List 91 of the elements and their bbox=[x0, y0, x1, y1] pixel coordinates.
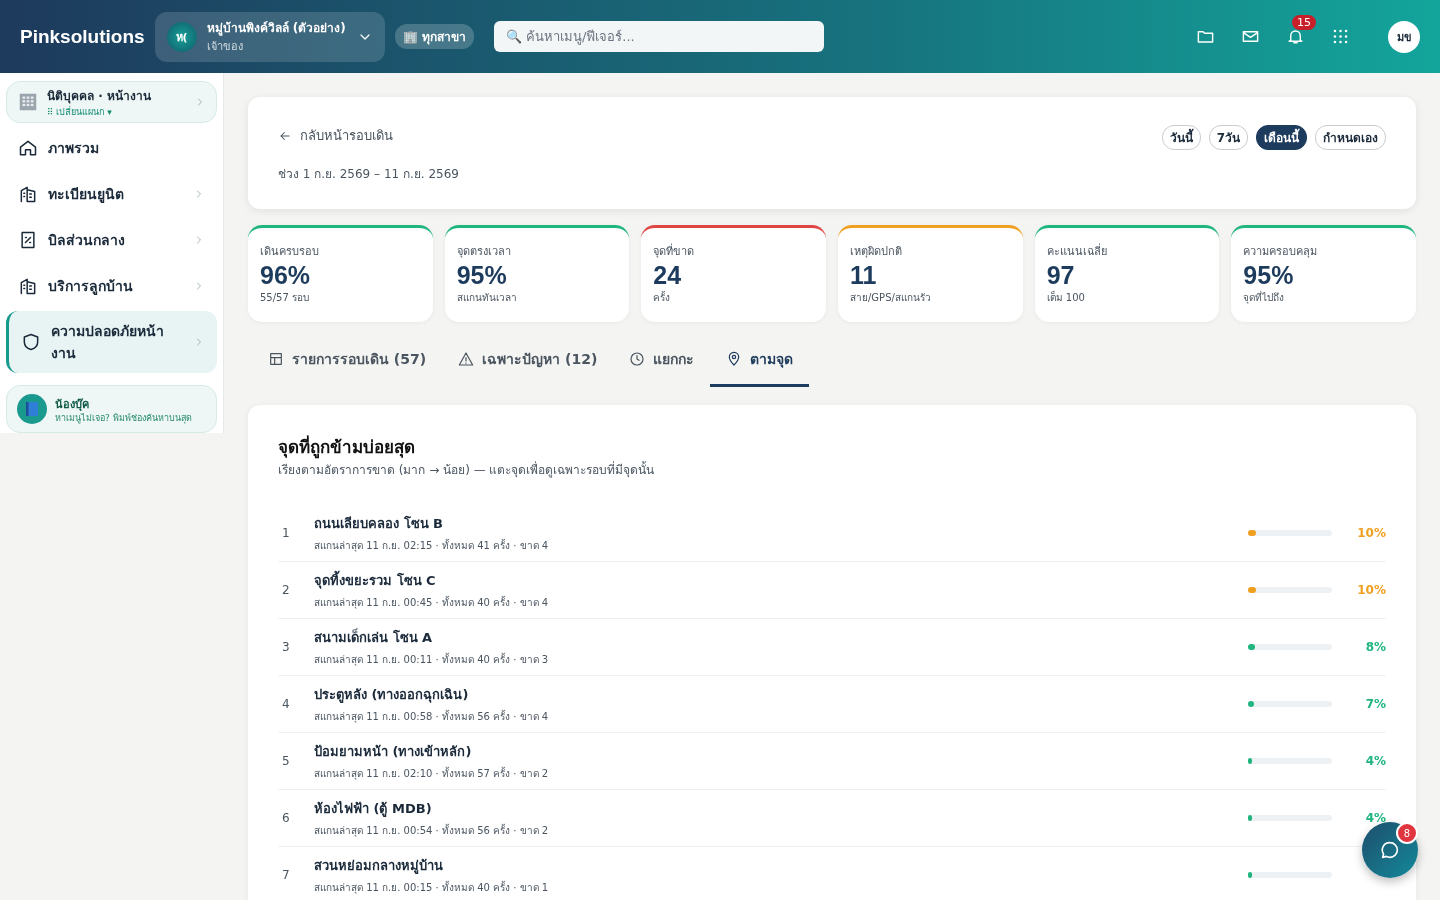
period-chip[interactable]: กำหนดเอง bbox=[1315, 125, 1386, 150]
tab[interactable]: รายการรอบเดิน (57) bbox=[252, 334, 443, 387]
building-icon bbox=[18, 276, 38, 296]
department-name: นิติบุคคล · หน้างาน bbox=[47, 87, 152, 105]
checkpoint-name: สนามเด็กเล่น โซน A bbox=[314, 627, 434, 647]
sidebar-item[interactable]: ทะเบียนยูนิต bbox=[6, 173, 217, 215]
rank-number: 6 bbox=[281, 811, 291, 825]
stat-label: เหตุผิดปกติ bbox=[850, 244, 903, 260]
user-avatar[interactable]: มข bbox=[1388, 20, 1420, 53]
checkpoint-name: ห้องไฟฟ้า (ตู้ MDB) bbox=[314, 800, 433, 819]
back-link[interactable]: กลับหน้ารอบเดิน bbox=[278, 125, 459, 146]
checkpoint-detail: สแกนล่าสุด 11 ก.ย. 02:15 · ทั้งหมด 41 ครั้ง · ขาด 4 bbox=[314, 538, 550, 553]
stat-value: 96% bbox=[260, 260, 312, 290]
stat-caption: จุดที่ไปถึง bbox=[1243, 290, 1286, 305]
miss-rate-value: 7% bbox=[1365, 697, 1386, 711]
rank-number: 1 bbox=[281, 526, 291, 540]
shield-icon bbox=[21, 332, 41, 352]
sidebar-item[interactable]: บิลส่วนกลาง bbox=[6, 219, 217, 261]
checkpoint-detail: สแกนล่าสุด 11 ก.ย. 00:15 · ทั้งหมด 40 ครั้ง · ขาด 1 bbox=[314, 880, 550, 895]
rank-number: 2 bbox=[281, 583, 291, 597]
rank-number: 7 bbox=[281, 868, 291, 882]
sidebar-item[interactable]: ความปลอดภัยหน้างาน bbox=[6, 311, 217, 373]
stat-caption: ครั้ง bbox=[653, 290, 672, 305]
organization-avatar: ห( bbox=[166, 21, 197, 52]
brand-name: Pinksolutions bbox=[20, 25, 145, 48]
stat-caption: 55/57 รอบ bbox=[260, 291, 310, 305]
assistant-card[interactable]: น้องบุ๊ค หาเมนูไม่เจอ? พิมพ์ช่องค้นหาบนสุด bbox=[6, 385, 217, 433]
stat-value: 95% bbox=[1243, 260, 1295, 290]
clock-icon bbox=[629, 351, 646, 367]
checkpoint-name: ประตูหลัง (ทางออกฉุกเฉิน) bbox=[314, 686, 470, 705]
checkpoint-name: สวนหย่อมกลางหมู่บ้าน bbox=[314, 857, 444, 876]
rank-number: 4 bbox=[281, 697, 291, 711]
sidebar-item[interactable]: บริการลูกบ้าน bbox=[6, 265, 217, 307]
building-icon bbox=[18, 184, 38, 204]
home-icon bbox=[18, 138, 38, 158]
rank-number: 3 bbox=[281, 640, 291, 654]
checkpoint-detail: สแกนล่าสุด 11 ก.ย. 00:11 · ทั้งหมด 40 ครั้ง · ขาด 3 bbox=[314, 652, 550, 667]
checkpoint-detail: สแกนล่าสุด 11 ก.ย. 00:54 · ทั้งหมด 56 ครั้ง · ขาด 2 bbox=[314, 823, 550, 838]
miss-rate-value: 10% bbox=[1357, 526, 1386, 540]
department-switcher[interactable]: นิติบุคคล · หน้างาน ⠿ เปลี่ยนแผนก ▾ bbox=[6, 81, 217, 123]
stat-caption: สาย/GPS/สแกนรัว bbox=[850, 291, 932, 305]
search-field[interactable]: 🔍 ค้นหาเมนู/ฟีเจอร์... bbox=[493, 21, 824, 52]
assistant-hint: หาเมนูไม่เจอ? พิมพ์ช่องค้นหาบนสุด bbox=[55, 412, 192, 424]
tab[interactable]: เฉพาะปัญหา (12) bbox=[442, 334, 614, 387]
organization-role: เจ้าของ bbox=[206, 39, 244, 55]
checkpoint-detail: สแกนล่าสุด 11 ก.ย. 02:10 · ทั้งหมด 57 ครั้ง · ขาด 2 bbox=[314, 766, 550, 781]
miss-rate-value: 4% bbox=[1365, 811, 1386, 825]
table-icon bbox=[268, 351, 284, 367]
bell-icon[interactable] bbox=[1286, 27, 1305, 46]
tab[interactable]: ตามจุด bbox=[710, 334, 810, 387]
stat-value: 24 bbox=[653, 260, 683, 290]
chat-bubble-icon bbox=[1379, 839, 1401, 861]
office-building-icon bbox=[17, 91, 39, 113]
checkpoint-name: จุดทิ้งขยะรวม โซน C bbox=[314, 570, 1248, 591]
receipt-icon bbox=[18, 230, 38, 250]
stat-value: 11 bbox=[850, 260, 878, 290]
period-chip[interactable]: 7วัน bbox=[1208, 125, 1248, 150]
notification-badge: 15 bbox=[1292, 15, 1316, 30]
stat-label: จุดตรงเวลา bbox=[456, 244, 512, 260]
panel-title: จุดที่ถูกข้ามบ่อยสุด bbox=[278, 434, 416, 460]
stat-value: 95% bbox=[456, 260, 508, 290]
panel-subtitle: เรียงตามอัตราการขาด (มาก → น้อย) — แตะจุดเพื่อดูเฉพาะรอบที่มีจุดนั้น bbox=[278, 460, 656, 479]
warning-icon bbox=[458, 351, 475, 367]
organization-switcher[interactable]: ห( หมู่บ้านพิงค์วิลล์ (ตัวอย่าง) เจ้าของ bbox=[154, 11, 385, 62]
stat-label: เดินครบรอบ bbox=[260, 244, 320, 260]
book-icon bbox=[17, 394, 47, 424]
date-range: ช่วง 1 ก.ย. 2569 – 11 ก.ย. 2569 bbox=[278, 166, 459, 183]
stat-label: จุดที่ขาด bbox=[653, 242, 696, 260]
organization-name: หมู่บ้านพิงค์วิลล์ (ตัวอย่าง) bbox=[206, 20, 347, 37]
stat-label: คะแนนเฉลี่ย bbox=[1046, 242, 1108, 260]
miss-rate-value: 8% bbox=[1365, 640, 1386, 654]
checkpoint-detail: สแกนล่าสุด 11 ก.ย. 00:58 · ทั้งหมด 56 ครั้ง · ขาด 4 bbox=[314, 709, 550, 724]
stat-caption: สแกนทันเวลา bbox=[456, 291, 518, 305]
period-chip[interactable]: วันนี้ bbox=[1161, 125, 1201, 150]
checkpoint-name: ป้อมยามหน้า (ทางเข้าหลัก) bbox=[314, 743, 473, 761]
checkpoint-detail: สแกนล่าสุด 11 ก.ย. 00:45 · ทั้งหมด 40 ครั้ง · ขาด 4 bbox=[314, 595, 550, 610]
miss-rate-value: 10% bbox=[1357, 583, 1386, 597]
miss-rate-value: 4% bbox=[1365, 754, 1386, 768]
chat-badge: 8 bbox=[1396, 822, 1418, 844]
switch-department-link[interactable]: ⠿ เปลี่ยนแผนก ▾ bbox=[47, 104, 186, 119]
period-chip[interactable]: เดือนนี้ bbox=[1256, 125, 1307, 150]
stat-caption: เต็ม 100 bbox=[1046, 290, 1086, 305]
sidebar-item[interactable]: ภาพรวม bbox=[6, 127, 217, 169]
assistant-name: น้องบุ๊ค bbox=[55, 396, 90, 413]
stat-value: 97 bbox=[1046, 260, 1076, 290]
stat-label: ความครอบคลุม bbox=[1243, 244, 1319, 260]
tab[interactable]: แยกกะ bbox=[613, 334, 711, 387]
branch-button[interactable]: 🏢 ทุกสาขา bbox=[394, 24, 474, 49]
apps-grid-icon[interactable] bbox=[1331, 27, 1350, 46]
checkpoint-name: ถนนเลียบคลอง โซน B bbox=[314, 515, 444, 533]
rank-number: 5 bbox=[281, 754, 291, 768]
